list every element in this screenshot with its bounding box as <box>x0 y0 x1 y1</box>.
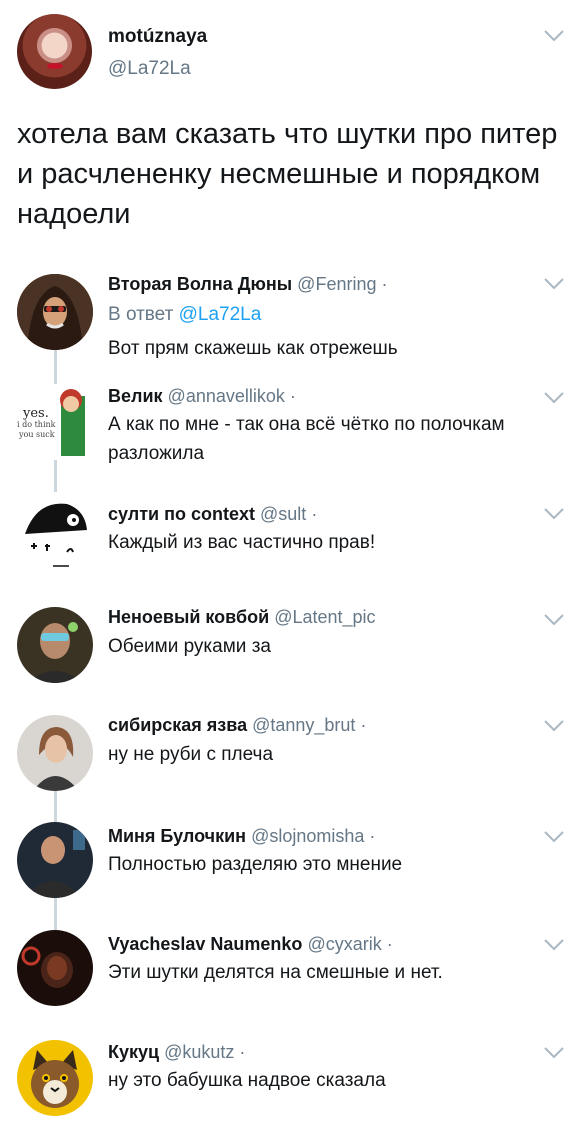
separator-dot: · <box>311 504 318 524</box>
author-name[interactable]: сибирская язва <box>108 715 247 735</box>
tweet-text: хотела вам сказать что шутки про питер и… <box>17 118 558 230</box>
author-handle[interactable]: @slojnomisha <box>251 826 364 846</box>
main-tweet: motúznaya @La72La хотела вам сказать что… <box>0 0 582 250</box>
reply-text: Каждый из вас частично прав! <box>108 532 376 553</box>
reply-author[interactable]: Vyacheslav Naumenko @cyxarik · <box>108 934 393 955</box>
reply-tweet[interactable]: султи по context @sult · Каждый из вас ч… <box>0 494 582 604</box>
person-photo-avatar[interactable] <box>17 607 93 683</box>
reply-tweet[interactable]: Миня Булочкин @slojnomisha · Полностью р… <box>0 822 582 932</box>
reply-author[interactable]: Велик @annavellikok · <box>108 386 296 407</box>
reply-text: А как по мне - так она всё чётко по поло… <box>108 414 505 464</box>
reply-tweet[interactable]: Неноевый ковбой @Latent_pic Обеими рукам… <box>0 604 582 714</box>
chevron-down-icon[interactable] <box>543 938 565 952</box>
author-handle[interactable]: @La72La <box>108 58 191 80</box>
author-name[interactable]: Миня Булочкин <box>108 826 246 846</box>
person-photo-avatar[interactable] <box>17 715 93 791</box>
reply-author[interactable]: султи по context @sult · <box>108 504 317 525</box>
chevron-down-icon[interactable] <box>543 277 565 291</box>
author-name[interactable]: Кукуц <box>108 1042 159 1062</box>
thread-line <box>54 788 57 822</box>
reply-text: ну не руби с плеча <box>108 744 274 765</box>
reply-tweet[interactable]: Вторая Волна Дюны @Fenring · В ответ @La… <box>0 266 582 382</box>
reply-tweet[interactable]: сибирская язва @tanny_brut · ну не руби … <box>0 712 582 822</box>
separator-dot: · <box>289 386 296 406</box>
reply-author[interactable]: Миня Булочкин @slojnomisha · <box>108 826 375 847</box>
separator-dot: · <box>360 715 367 735</box>
reply-author[interactable]: сибирская язва @tanny_brut · <box>108 715 366 736</box>
reply-tweet[interactable]: Кукуц @kukutz · ну это бабушка надвое ск… <box>0 1040 582 1142</box>
separator-dot: · <box>386 934 393 954</box>
author-handle[interactable]: @sult <box>260 504 306 524</box>
author-name[interactable]: султи по context <box>108 504 255 524</box>
author-name[interactable]: Неноевый ковбой <box>108 607 269 627</box>
author-handle[interactable]: @Fenring <box>297 274 376 294</box>
thread-line <box>54 898 57 932</box>
author-name[interactable]: Вторая Волна Дюны <box>108 274 292 294</box>
author-handle[interactable]: @cyxarik <box>307 934 381 954</box>
hooded-figure-avatar[interactable] <box>17 274 93 350</box>
person-photo-avatar[interactable] <box>17 822 93 898</box>
reply-text: Эти шутки делятся на смешные и нет. <box>108 962 443 983</box>
drawing-avatar[interactable] <box>17 494 93 570</box>
reply-text: Обеими руками за <box>108 636 271 657</box>
separator-dot: · <box>381 274 388 294</box>
reply-context: В ответ @La72La <box>108 304 261 326</box>
author-handle[interactable]: @annavellikok <box>168 386 285 406</box>
chevron-down-icon[interactable] <box>543 613 565 627</box>
meme-caption-line: you suck <box>19 430 55 439</box>
author-name[interactable]: motúznaya <box>108 26 207 48</box>
lips-shape <box>47 63 63 69</box>
meme-caption-line: i do think <box>17 420 56 429</box>
reply-author[interactable]: Кукуц @kukutz · <box>108 1042 245 1063</box>
chevron-down-icon[interactable] <box>543 507 565 521</box>
author-handle[interactable]: @tanny_brut <box>252 715 355 735</box>
chevron-down-icon[interactable] <box>543 391 565 405</box>
chevron-down-icon[interactable] <box>543 830 565 844</box>
reply-text: Вот прям скажешь как отрежешь <box>108 338 398 359</box>
separator-dot: · <box>369 826 376 846</box>
author-name[interactable]: Велик <box>108 386 163 406</box>
reply-author[interactable]: Неноевый ковбой @Latent_pic <box>108 607 376 628</box>
avatar[interactable] <box>17 14 92 89</box>
reply-text: ну это бабушка надвое сказала <box>108 1070 386 1091</box>
dark-photo-avatar[interactable] <box>17 930 93 1006</box>
cat-avatar[interactable] <box>17 1040 93 1116</box>
reply-tweet[interactable]: Vyacheslav Naumenko @cyxarik · Эти шутки… <box>0 930 582 1040</box>
thread-line <box>54 460 57 492</box>
reply-to-link[interactable]: @La72La <box>179 304 262 325</box>
chevron-down-icon[interactable] <box>543 29 565 43</box>
reply-tweet[interactable]: yes. i do think you suck Велик @annavell… <box>0 376 582 494</box>
author-handle[interactable]: @Latent_pic <box>274 607 375 627</box>
separator-dot: · <box>239 1042 246 1062</box>
meme-avatar[interactable]: yes. i do think you suck <box>17 384 93 460</box>
meme-caption-line: yes. <box>23 406 49 421</box>
chevron-down-icon[interactable] <box>543 719 565 733</box>
reply-text: Полностью разделяю это мнение <box>108 854 403 875</box>
author-name[interactable]: Vyacheslav Naumenko <box>108 934 302 954</box>
chevron-down-icon[interactable] <box>543 1046 565 1060</box>
thread-line <box>54 376 57 384</box>
reply-prefix: В ответ <box>108 304 174 325</box>
reply-author[interactable]: Вторая Волна Дюны @Fenring · <box>108 274 388 295</box>
author-handle[interactable]: @kukutz <box>164 1042 234 1062</box>
